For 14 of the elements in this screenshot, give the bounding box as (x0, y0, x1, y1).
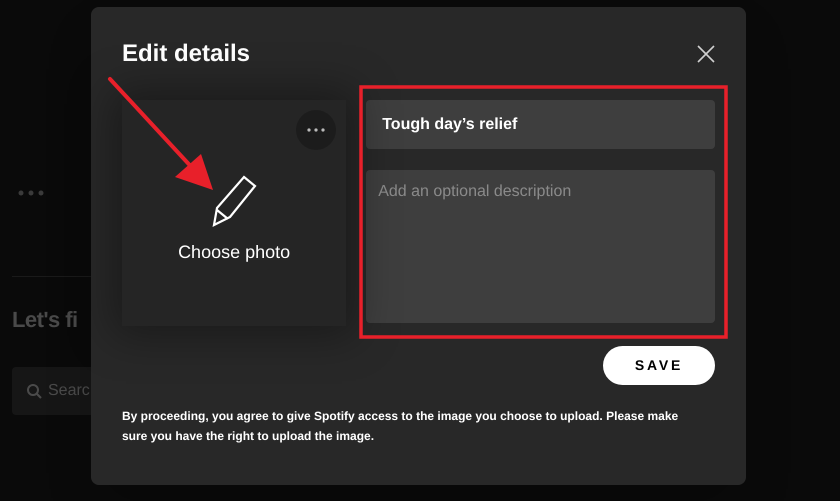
search-icon (26, 383, 42, 399)
name-field[interactable]: Tough day’s relief (366, 100, 715, 149)
more-icon[interactable] (18, 190, 44, 196)
more-icon (307, 128, 326, 132)
pencil-icon (211, 174, 258, 226)
choose-photo-label: Choose photo (178, 240, 290, 264)
photo-picker[interactable]: Choose photo (122, 100, 346, 326)
close-icon (697, 45, 715, 63)
save-button[interactable]: SAVE (603, 346, 715, 385)
disclaimer: By proceeding, you agree to give Spotify access to the image you choose to upload. Please make sure you have the right to upload the image. (122, 408, 680, 445)
more-button[interactable] (296, 110, 336, 150)
section-heading: Let's fi (12, 306, 78, 334)
dialog-title: Edit details (122, 39, 250, 69)
description-field[interactable]: Add an optional description (366, 170, 715, 323)
